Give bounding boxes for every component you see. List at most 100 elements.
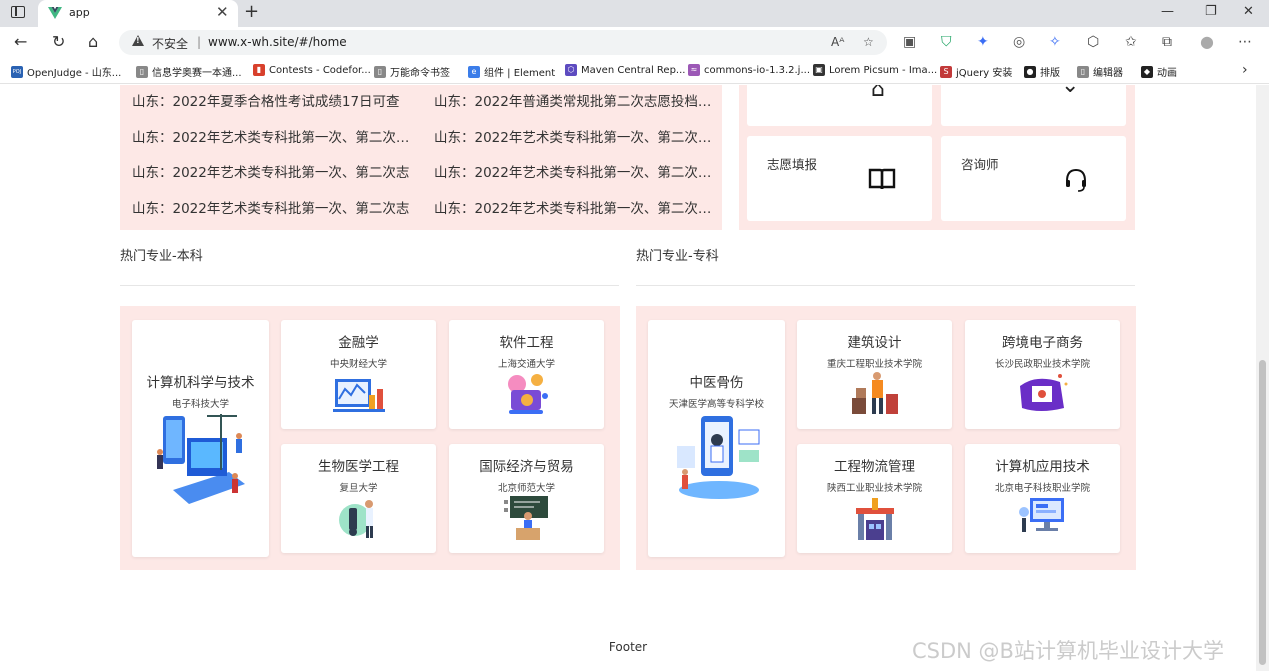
address-bar[interactable]: 不安全 | www.x-wh.site/#/home Aᴬ ☆ (119, 30, 887, 55)
bookmarks-overflow-icon[interactable]: › (1242, 62, 1248, 78)
news-item[interactable]: 山东：2022年夏季合格性考试成绩17日可查 (132, 90, 412, 110)
service-label: 志愿填报 (767, 157, 818, 172)
bookmark-favicon-icon: ▯ (1077, 65, 1089, 78)
school-name: 重庆工程职业技术学院 (826, 359, 922, 370)
tab-close-icon[interactable]: ✕ (216, 4, 229, 20)
major-name: 建筑设计 (847, 335, 902, 351)
bookmark-favicon-icon: ● (1024, 65, 1036, 78)
bookmark-label: Maven Central Rep... (581, 64, 686, 76)
bookmark-item[interactable]: ◆ 动画 (1141, 64, 1177, 79)
minimize-button[interactable]: — (1161, 4, 1174, 20)
major-card[interactable]: 金融学 中央财经大学 (281, 320, 436, 429)
extension-icon[interactable]: ✦ (977, 33, 989, 51)
major-name: 国际经济与贸易 (479, 459, 574, 475)
bookmark-item[interactable]: ▯ 信息学奥赛一本通... (136, 64, 242, 79)
bookmark-label: Lorem Picsum - Ima... (829, 64, 938, 76)
bookmark-label: commons-io-1.3.2.j... (704, 64, 811, 76)
bookmark-item[interactable]: SjQuery 安装 (940, 64, 1012, 79)
major-card[interactable]: 生物医学工程 复旦大学 (281, 444, 436, 553)
sidebar-toggle-icon[interactable] (11, 6, 25, 18)
read-aloud-icon[interactable]: Aᴬ (831, 35, 844, 49)
extension-icon[interactable]: ✧ (1049, 33, 1061, 51)
news-item[interactable]: 山东：2022年普通类常规批第二次志愿投档情况 (434, 90, 714, 110)
school-name: 中央财经大学 (329, 359, 387, 370)
bookmark-label: OpenJudge - 山东... (27, 68, 122, 79)
service-card[interactable]: ⌄ (941, 85, 1126, 126)
extension-icon[interactable]: ◎ (1013, 33, 1025, 51)
csdn-watermark: CSDN @B站计算机毕业设计大学 (912, 639, 1224, 663)
extension-icon[interactable]: ▣ (903, 33, 916, 51)
back-button[interactable]: ← (14, 32, 27, 52)
bookmark-item[interactable]: POJ OpenJudge - 山东... (11, 64, 121, 79)
school-name: 北京电子科技职业学院 (994, 483, 1090, 494)
divider (636, 285, 1135, 286)
school-name: 复旦大学 (339, 483, 378, 494)
bookmark-favicon-icon: ▣ (813, 64, 825, 76)
news-item[interactable]: 山东：2022年艺术类专科批第一次、第二次志 (132, 161, 412, 181)
bookmark-item[interactable]: ▮ Contests - Codefor... (253, 64, 371, 76)
shield-extension-icon[interactable]: ⛉ (941, 33, 952, 51)
collections-icon[interactable]: ⧉ (1162, 33, 1172, 51)
orthopedics-illustration (676, 416, 759, 499)
bookmark-label: jQuery 安装 (956, 68, 1013, 79)
bookmark-item[interactable]: ● 排版 (1024, 64, 1060, 79)
scrollbar-thumb[interactable] (1259, 360, 1266, 665)
bookmark-item[interactable]: ▯ 编辑器 (1077, 64, 1123, 79)
international-trade-illustration (503, 496, 548, 540)
warning-icon (132, 35, 144, 46)
home-button[interactable]: ⌂ (88, 32, 98, 52)
page-scrollbar[interactable] (1256, 85, 1269, 671)
news-item[interactable]: 山东：2022年艺术类专科批第一次、第二次志 (132, 197, 412, 217)
restore-button[interactable]: ❐ (1205, 4, 1217, 20)
major-name: 工程物流管理 (834, 459, 915, 475)
url-text[interactable]: www.x-wh.site/#/home (208, 35, 347, 49)
bookmark-item[interactable]: ≈ commons-io-1.3.2.j... (688, 64, 810, 76)
bookmark-label: 组件 | Element (484, 68, 556, 79)
software-engineering-illustration (507, 374, 548, 414)
service-card-consultant[interactable]: 咨询师 (941, 136, 1126, 221)
favorite-icon[interactable]: ☆ (863, 35, 874, 49)
featured-major-card[interactable]: 计算机科学与技术 电子科技大学 (132, 320, 269, 557)
news-item[interactable]: 山东：2022年艺术类专科批第一次、第二次志愿投档情况 (434, 161, 714, 181)
major-card[interactable]: 建筑设计 重庆工程职业技术学院 (797, 320, 952, 429)
bookmark-label: Contests - Codefor... (269, 64, 371, 76)
logistics-illustration (855, 498, 894, 540)
major-card[interactable]: 软件工程 上海交通大学 (449, 320, 604, 429)
school-name: 长沙民政职业技术学院 (994, 359, 1090, 370)
new-tab-button[interactable]: + (244, 2, 259, 22)
major-card[interactable]: 国际经济与贸易 北京师范大学 (449, 444, 604, 553)
news-item[interactable]: 山东：2022年艺术类专科批第一次、第二次志愿投档情况 (434, 197, 714, 217)
browser-tab[interactable]: app ✕ (38, 0, 238, 27)
security-label[interactable]: 不安全 (152, 35, 188, 52)
major-card[interactable]: 工程物流管理 陕西工业职业技术学院 (797, 444, 952, 553)
news-panel: 山东：2022年夏季合格性考试成绩17日可查 山东：2022年普通类常规批第二次… (120, 85, 722, 230)
close-window-button[interactable]: ✕ (1243, 4, 1254, 20)
ecommerce-illustration (1019, 374, 1067, 411)
vue-logo-icon (48, 7, 62, 19)
service-card-volunteer[interactable]: 志愿填报 (747, 136, 932, 221)
major-card[interactable]: 跨境电子商务 长沙民政职业技术学院 (965, 320, 1120, 429)
featured-major-card[interactable]: 中医骨伤 天津医学高等专科学校 (648, 320, 785, 557)
bookmark-item[interactable]: e 组件 | Element (468, 64, 555, 79)
bookmark-favicon-icon: ▯ (374, 65, 386, 78)
favorites-icon[interactable]: ✩ (1125, 33, 1137, 51)
service-card[interactable]: ⌂ (747, 85, 932, 126)
bookmark-item[interactable]: ⬡ Maven Central Rep... (565, 64, 685, 76)
bookmark-item[interactable]: ▣ Lorem Picsum - Ima... (813, 64, 937, 76)
school-name: 上海交通大学 (497, 359, 555, 370)
news-item[interactable]: 山东：2022年艺术类专科批第一次、第二次志愿投档情况 (434, 126, 714, 146)
extensions-puzzle-icon[interactable]: ⬡ (1087, 33, 1099, 51)
more-menu-icon[interactable]: ⋯ (1238, 33, 1252, 51)
major-card[interactable]: 计算机应用技术 北京电子科技职业学院 (965, 444, 1120, 553)
news-item[interactable]: 山东：2022年艺术类专科批第一次、第二次志愿投档情况 (132, 126, 412, 146)
bookmark-item[interactable]: ▯ 万能命令书签 (374, 64, 450, 79)
major-name: 跨境电子商务 (1002, 335, 1083, 351)
headset-icon (1066, 168, 1086, 192)
computer-application-illustration (1018, 498, 1064, 532)
divider (120, 285, 619, 286)
major-name: 中医骨伤 (689, 375, 744, 391)
profile-avatar-icon[interactable]: ● (1200, 33, 1214, 51)
architecture-illustration (851, 372, 898, 414)
tab-title: app (69, 6, 90, 19)
reload-button[interactable]: ↻ (52, 32, 65, 52)
